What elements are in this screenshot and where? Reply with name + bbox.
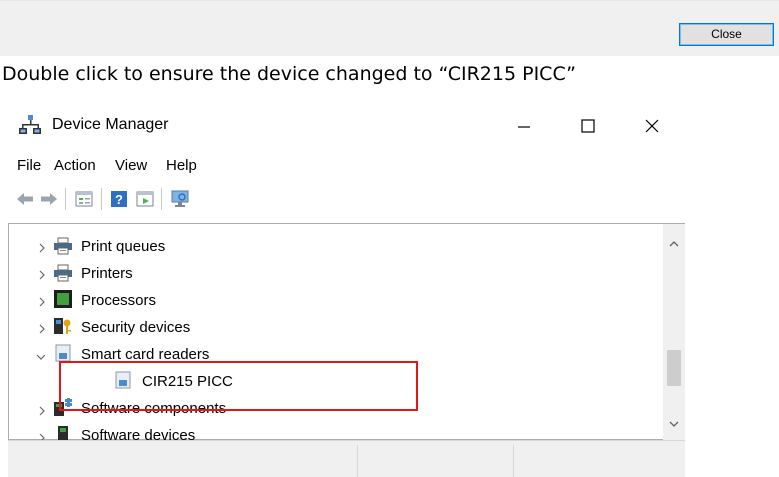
chevron-right-icon[interactable] [37,324,47,334]
status-bar [8,440,685,477]
tree-item-label: Print queues [81,238,166,255]
scrollbar-thumb[interactable] [667,350,681,386]
maximize-icon [581,119,595,133]
close-button[interactable]: Close [679,23,774,46]
scroll-up-icon[interactable] [669,240,679,248]
back-arrow-icon[interactable] [15,189,35,209]
properties-icon[interactable] [74,189,94,209]
instruction-caption: Double click to ensure the device change… [2,63,576,85]
chevron-right-icon[interactable] [37,243,47,253]
menu-bar: File Action View Help [8,152,689,180]
printer-queue-icon [54,237,72,255]
chevron-right-icon[interactable] [37,297,47,307]
previous-dialog-footer: Close [0,0,779,56]
chevron-down-icon[interactable] [36,352,46,362]
update-driver-icon[interactable] [135,189,155,209]
title-bar[interactable]: Device Manager [8,100,689,152]
tree-item-label: Printers [81,265,133,282]
scroll-down-icon[interactable] [669,420,679,428]
close-icon [645,119,659,133]
help-icon[interactable]: ? [109,189,129,209]
printer-icon [54,264,72,282]
toolbar-separator [65,188,66,210]
tree-item-label: Security devices [81,319,191,336]
status-divider [513,445,514,477]
menu-action[interactable]: Action [54,157,96,174]
maximize-button[interactable] [565,108,611,144]
toolbar-separator [161,188,162,210]
window-close-button[interactable] [629,108,675,144]
status-divider [357,445,358,477]
toolbar-separator [101,188,102,210]
chevron-right-icon[interactable] [37,270,47,280]
tree-item-label: Processors [81,292,157,309]
smart-card-reader-icon [55,344,71,362]
device-manager-app-icon [19,115,41,134]
highlight-box [59,361,418,411]
menu-help[interactable]: Help [166,157,197,174]
device-manager-window: Device Manager File Action View Help ? P… [8,100,689,477]
security-key-icon [54,318,71,334]
svg-text:?: ? [115,192,123,207]
processor-icon [54,290,72,308]
minimize-icon [518,126,530,128]
chevron-right-icon[interactable] [37,406,47,416]
forward-arrow-icon[interactable] [39,189,59,209]
vertical-scrollbar[interactable] [663,224,685,440]
toolbar: ? [8,182,689,216]
menu-file[interactable]: File [17,157,41,174]
minimize-button[interactable] [501,108,547,144]
window-title: Device Manager [52,116,169,133]
menu-view[interactable]: View [115,157,147,174]
scan-hardware-icon[interactable] [170,189,190,209]
